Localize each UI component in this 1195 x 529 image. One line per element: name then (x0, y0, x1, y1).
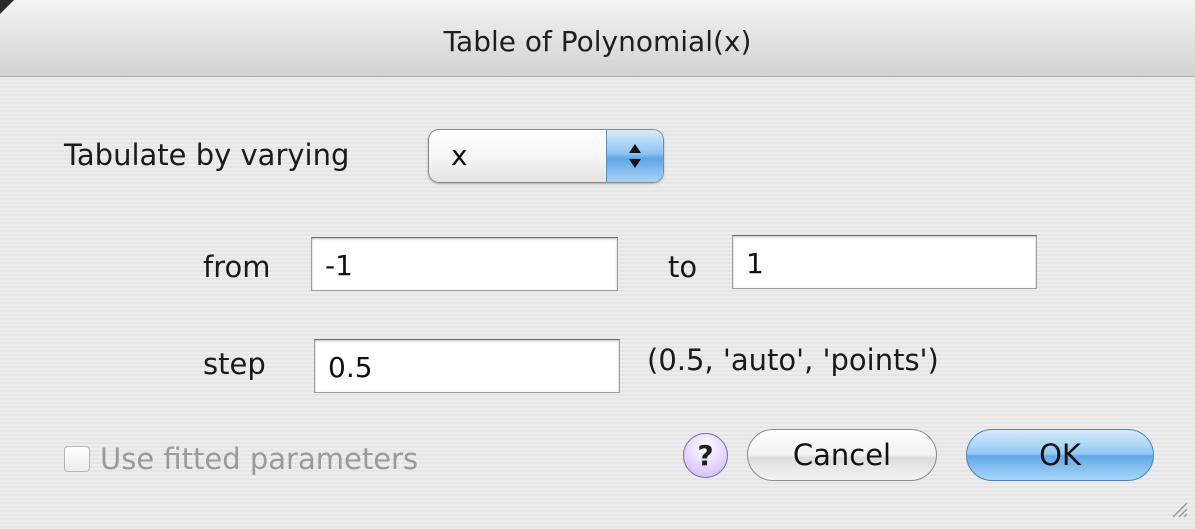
ok-button[interactable]: OK (966, 429, 1154, 481)
vary-popup-button[interactable]: x (428, 129, 664, 183)
vary-label: Tabulate by varying (64, 138, 350, 172)
cancel-button[interactable]: Cancel (747, 429, 937, 481)
title-bar[interactable]: Table of Polynomial(x) (0, 0, 1195, 77)
step-field-value: 0.5 (328, 351, 373, 384)
vary-selected-value: x (451, 139, 468, 172)
from-field[interactable]: -1 (311, 237, 618, 291)
to-field[interactable]: 1 (732, 235, 1037, 289)
popup-arrows-icon (606, 130, 663, 182)
to-label: to (668, 250, 698, 284)
use-fitted-checkbox[interactable] (64, 446, 90, 472)
resize-grip-icon[interactable] (1167, 497, 1189, 523)
use-fitted-label: Use fitted parameters (100, 442, 419, 476)
window-title: Table of Polynomial(x) (443, 24, 752, 58)
from-field-value: -1 (325, 249, 353, 282)
use-fitted-option[interactable]: Use fitted parameters (64, 442, 418, 476)
from-label: from (203, 250, 271, 284)
step-field[interactable]: 0.5 (314, 339, 620, 393)
dialog-window: Table of Polynomial(x) Tabulate by varyi… (0, 0, 1195, 529)
ok-button-label: OK (1039, 438, 1081, 472)
to-field-value: 1 (746, 247, 764, 280)
help-icon: ? (697, 439, 714, 472)
cancel-button-label: Cancel (792, 438, 892, 472)
step-hint: (0.5, 'auto', 'points') (647, 343, 939, 377)
step-label: step (203, 347, 266, 381)
window-corner-mark (0, 0, 14, 14)
help-button[interactable]: ? (683, 433, 728, 478)
